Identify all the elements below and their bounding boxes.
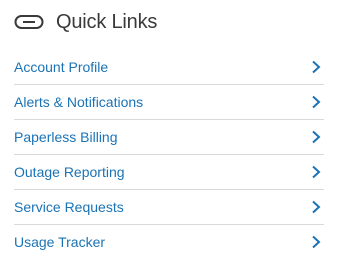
quick-links-panel: Quick Links Account Profile Alerts & Not… <box>0 0 338 266</box>
quick-link-label[interactable]: Outage Reporting <box>14 164 125 180</box>
quick-link-label[interactable]: Service Requests <box>14 199 124 215</box>
link-icon <box>14 14 44 30</box>
chevron-right-icon[interactable] <box>310 130 322 144</box>
quick-link-account-profile[interactable]: Account Profile <box>14 50 324 85</box>
chevron-right-icon[interactable] <box>310 235 322 249</box>
quick-link-label[interactable]: Usage Tracker <box>14 234 105 250</box>
quick-link-label[interactable]: Account Profile <box>14 59 108 75</box>
chevron-right-icon[interactable] <box>310 200 322 214</box>
quick-links-list: Account Profile Alerts & Notifications P… <box>14 50 324 259</box>
quick-link-service-requests[interactable]: Service Requests <box>14 190 324 225</box>
quick-link-alerts-notifications[interactable]: Alerts & Notifications <box>14 85 324 120</box>
chevron-right-icon[interactable] <box>310 60 322 74</box>
quick-link-usage-tracker[interactable]: Usage Tracker <box>14 225 324 259</box>
chevron-right-icon[interactable] <box>310 165 322 179</box>
quick-link-label[interactable]: Alerts & Notifications <box>14 94 143 110</box>
quick-link-paperless-billing[interactable]: Paperless Billing <box>14 120 324 155</box>
quick-link-label[interactable]: Paperless Billing <box>14 129 118 145</box>
quick-links-header: Quick Links <box>14 0 324 44</box>
quick-link-outage-reporting[interactable]: Outage Reporting <box>14 155 324 190</box>
quick-links-title: Quick Links <box>56 10 158 33</box>
chevron-right-icon[interactable] <box>310 95 322 109</box>
